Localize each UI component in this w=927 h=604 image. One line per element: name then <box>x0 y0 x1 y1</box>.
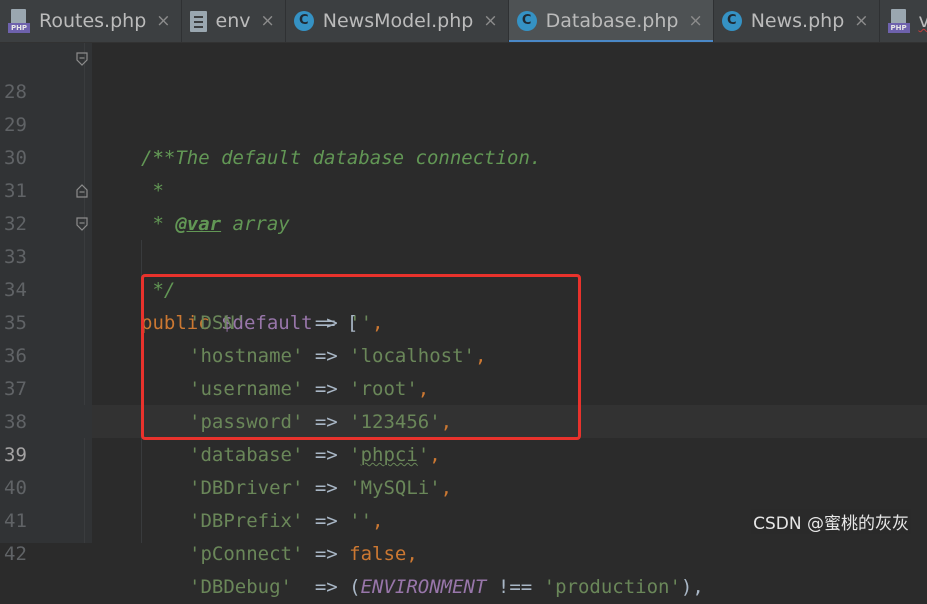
code-text: 'DBDebug' => (ENVIRONMENT !== 'productio… <box>189 576 704 598</box>
tab-label: Routes.php <box>39 10 147 32</box>
php-file-icon: PHP <box>887 9 910 33</box>
close-icon[interactable]: × <box>854 11 868 31</box>
tab-routes-php[interactable]: PHP Routes.php × <box>0 0 182 42</box>
code-line: 32 */ <box>0 175 927 301</box>
tab-label: News.php <box>750 10 845 32</box>
fold-icon[interactable] <box>76 217 88 231</box>
code-line: 40 'DBPrefix' => '', <box>0 439 927 532</box>
tab-newsmodel-php[interactable]: C NewsModel.php × <box>286 0 509 42</box>
php-file-icon: PHP <box>8 9 30 33</box>
php-class-icon: C <box>516 11 537 31</box>
fold-end-icon[interactable] <box>76 184 88 198</box>
annotation-highlight-box <box>141 274 581 440</box>
code-line: 29 * The default database connection. <box>0 76 927 169</box>
php-class-icon: C <box>721 11 742 31</box>
tab-news-php[interactable]: C News.php × <box>714 0 880 42</box>
tab-env[interactable]: env × <box>182 0 286 42</box>
close-icon[interactable]: × <box>261 11 275 31</box>
watermark: CSDN @蜜桃的灰灰 <box>751 509 911 534</box>
code-line: 34 'DSN' => '', <box>0 241 927 334</box>
tab-label: NewsModel.php <box>322 10 474 32</box>
tab-view[interactable]: PHP view. <box>880 0 927 42</box>
text-file-icon <box>189 10 207 32</box>
close-icon[interactable]: × <box>483 11 497 31</box>
close-icon[interactable]: × <box>688 11 702 31</box>
tab-label: env <box>215 10 251 32</box>
tab-label: view. <box>919 10 927 32</box>
code-line: 31 * @var array <box>0 142 927 235</box>
tab-label: Database.php <box>545 10 679 32</box>
fold-icon[interactable] <box>76 52 88 66</box>
close-icon[interactable]: × <box>156 11 170 31</box>
code-line: 33 public $default = [ <box>0 208 927 334</box>
php-class-icon: C <box>293 11 314 31</box>
code-line: 41 'pConnect' => false, <box>0 472 927 565</box>
editor-tab-bar: PHP Routes.php × env × C NewsModel.php ×… <box>0 0 927 43</box>
code-line: 30 * <box>0 109 927 202</box>
tab-database-php[interactable]: C Database.php × <box>508 0 714 42</box>
code-line: 28 /** <box>0 43 927 169</box>
